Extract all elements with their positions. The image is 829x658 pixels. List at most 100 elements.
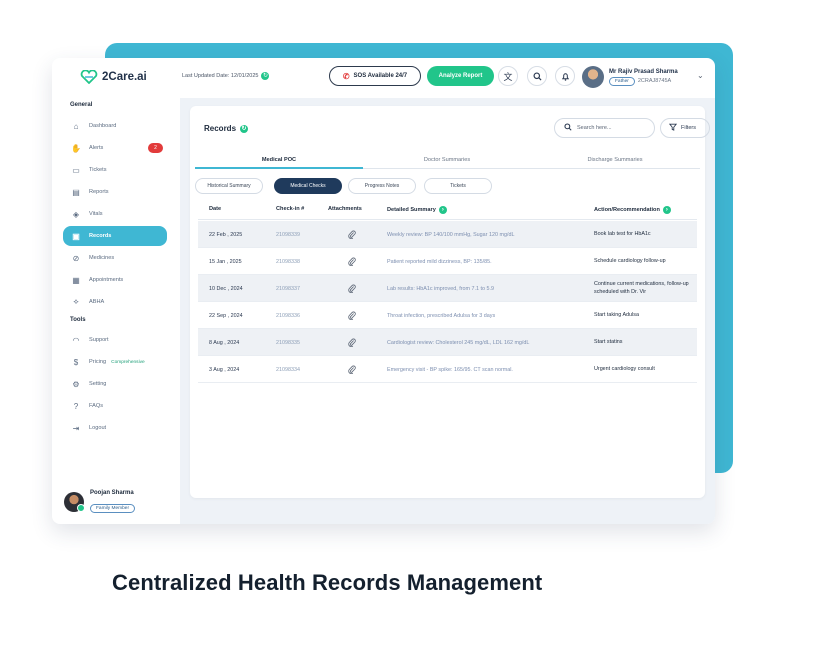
- current-user[interactable]: Poojan Sharma Family Member: [64, 490, 136, 514]
- sidebar-item-faqs[interactable]: ? FAQs: [63, 396, 167, 416]
- sidebar-item-tickets[interactable]: ▭ Tickets: [63, 160, 167, 180]
- date-cell: 10 Dec , 2024: [209, 285, 243, 292]
- analyze-report-button[interactable]: Analyze Report: [427, 66, 494, 86]
- record-tabs: Medical POC Doctor Summaries Discharge S…: [195, 151, 700, 169]
- attachment-clip-icon[interactable]: [346, 302, 358, 329]
- action-cell: Schedule cardiology follow-up: [594, 257, 666, 264]
- filter-icon: [668, 123, 678, 133]
- hand-icon: ✋: [71, 143, 81, 153]
- bell-icon[interactable]: [555, 66, 575, 86]
- user-name: Poojan Sharma: [90, 490, 134, 496]
- col-attachments: Attachments: [328, 206, 362, 212]
- dollar-icon: $: [73, 357, 79, 367]
- search-box[interactable]: [554, 118, 655, 138]
- attachment-clip-icon[interactable]: [346, 275, 358, 302]
- table-row[interactable]: 10 Dec , 2024 21098337 Lab results: HbA1c …: [198, 275, 697, 302]
- translate-icon[interactable]: 文: [498, 66, 518, 86]
- sidebar-item-label: ABHA: [89, 299, 105, 305]
- sidebar-item-abha[interactable]: ⟡ ABHA: [63, 292, 167, 312]
- chevron-down-icon[interactable]: ⌄: [697, 71, 704, 80]
- sidebar-item-vitals[interactable]: ◈ Vitals: [63, 204, 167, 224]
- user-role-badge: Family Member: [90, 504, 136, 513]
- checkin-cell: 21098339: [276, 231, 300, 238]
- sidebar-item-label: Alerts: [89, 145, 104, 151]
- user-avatar: [64, 492, 85, 512]
- checkin-cell: 21098335: [276, 339, 300, 346]
- active-tab-indicator: [195, 167, 363, 169]
- sidebar-item-medicines[interactable]: ⊘ Medicines: [63, 248, 167, 268]
- col-date: Date: [209, 206, 222, 212]
- date-cell: 22 Sep , 2024: [209, 312, 243, 319]
- caption: Centralized Health Records Management: [112, 570, 543, 595]
- checkin-cell: 21098334: [276, 366, 300, 373]
- attachment-clip-icon[interactable]: [346, 329, 358, 356]
- sidebar-item-dashboard[interactable]: ⌂ Dashboard: [63, 116, 167, 136]
- pill-icon: ⊘: [72, 253, 80, 263]
- sidebar-item-support[interactable]: ◠ Support: [63, 330, 167, 350]
- tab-doctor-summaries[interactable]: Doctor Summaries: [363, 151, 531, 169]
- checkin-cell: 21098336: [276, 312, 300, 319]
- table-row[interactable]: 22 Feb , 2025 21098339 Weekly review: BP 1…: [198, 221, 697, 248]
- sidebar: General ⌂ Dashboard ✋ Alerts 2 ▭ Tickets ▤ Repor…: [52, 98, 180, 524]
- table-row[interactable]: 15 Jan , 2025 21098338 Patient reported mi…: [198, 248, 697, 275]
- sidebar-item-label: Setting: [89, 381, 107, 387]
- sidebar-item-records[interactable]: ▣ Records: [63, 226, 167, 246]
- chip-medical-checks[interactable]: Medical Checks: [274, 178, 342, 194]
- filters-button[interactable]: Filters: [660, 118, 710, 138]
- top-bar: 2Care.ai Last Updated Date: 12/01/2025 ↻…: [52, 58, 715, 98]
- summary-cell: Throat infection, prescribed Adulsa for …: [387, 312, 496, 319]
- table-row[interactable]: 3 Aug , 2024 21098334 Emergency visit - BP…: [198, 356, 697, 383]
- chip-progress-notes[interactable]: Progress Notes: [348, 178, 416, 194]
- sidebar-item-setting[interactable]: ⚙ Setting: [63, 374, 167, 394]
- arrow-right-icon[interactable]: ›: [662, 206, 671, 214]
- summary-cell: Patient reported mild dizziness, BP: 135…: [387, 258, 492, 265]
- sidebar-item-appointments[interactable]: ▦ Appointments: [63, 270, 167, 290]
- page-title: Records: [204, 124, 237, 133]
- sidebar-item-label: Tickets: [89, 167, 107, 173]
- col-action: Action/Recommendation ›: [594, 206, 671, 214]
- search-icon[interactable]: [527, 66, 547, 86]
- arrow-right-icon[interactable]: ›: [438, 206, 447, 214]
- attachment-clip-icon[interactable]: [346, 356, 358, 383]
- sidebar-item-label: Support: [89, 337, 109, 343]
- attachment-clip-icon[interactable]: [346, 248, 358, 275]
- sidebar-item-reports[interactable]: ▤ Reports: [63, 182, 167, 202]
- action-cell: Continue current medications, follow-up …: [594, 281, 689, 295]
- sos-button[interactable]: ✆ SOS Available 24/7: [329, 66, 421, 86]
- col-detailed-summary: Detailed Summary ›: [387, 206, 447, 214]
- attachment-clip-icon[interactable]: [346, 221, 358, 248]
- search-input[interactable]: [577, 125, 647, 131]
- sidebar-item-logout[interactable]: ⇥ Logout: [63, 418, 167, 438]
- action-cell: Start statins: [594, 338, 623, 345]
- last-updated: Last Updated Date: 12/01/2025 ↻: [182, 72, 270, 80]
- date-cell: 22 Feb , 2025: [209, 231, 243, 238]
- date-cell: 8 Aug , 2024: [209, 339, 240, 346]
- profile-switcher[interactable]: Mr Rajiv Prasad Sharma Father 2CRAJ8745A: [582, 66, 678, 88]
- section-title-tools: Tools: [70, 317, 86, 323]
- table-row[interactable]: 8 Aug , 2024 21098335 Cardiologist review:…: [198, 329, 697, 356]
- action-cell: Book lab test for HbA1c: [594, 230, 651, 237]
- brand-logo[interactable]: 2Care.ai: [80, 69, 147, 85]
- sidebar-item-label: Logout: [89, 425, 107, 431]
- last-updated-text: Last Updated Date: 12/01/2025: [182, 73, 259, 79]
- sidebar-item-alerts[interactable]: ✋ Alerts 2: [63, 138, 167, 158]
- records-card: Records ↻ Filters Medical POC Doctor Sum…: [190, 106, 710, 498]
- chip-tickets[interactable]: Tickets: [424, 178, 492, 194]
- action-cell: Urgent cardiology consult: [594, 365, 655, 372]
- sidebar-item-label: Vitals: [89, 211, 103, 217]
- refresh-icon[interactable]: ↻: [240, 124, 249, 133]
- checkin-cell: 21098338: [276, 258, 300, 265]
- summary-cell: Cardiologist review: Cholesterol 245 mg/…: [387, 339, 530, 346]
- col-action-label: Action/Recommendation: [594, 207, 660, 213]
- profile-id: 2CRAJ8745A: [637, 78, 672, 84]
- checkin-cell: 21098337: [276, 285, 300, 292]
- chip-historical-summary[interactable]: Historical Summary: [195, 178, 263, 194]
- calendar-icon: ▦: [72, 275, 80, 285]
- tab-discharge-summaries[interactable]: Discharge Summaries: [531, 151, 699, 169]
- date-cell: 15 Jan , 2025: [209, 258, 242, 265]
- sidebar-item-pricing[interactable]: $ Pricing Comprehensive: [63, 352, 167, 372]
- table-row[interactable]: 22 Sep , 2024 21098336 Throat infection, p…: [198, 302, 697, 329]
- phone-icon: ✆: [342, 71, 350, 81]
- sos-label: SOS Available 24/7: [353, 73, 408, 79]
- refresh-icon[interactable]: ↻: [261, 72, 270, 80]
